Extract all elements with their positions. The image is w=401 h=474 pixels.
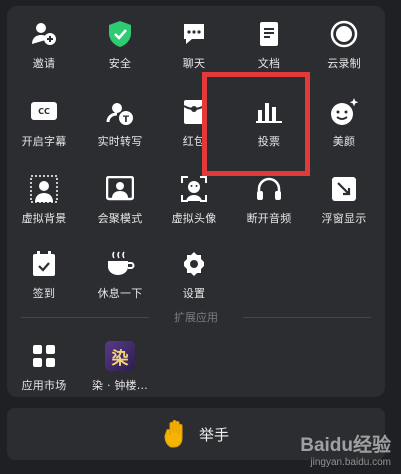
divider-right [243, 317, 371, 318]
virtual-background-label: 虚拟背景 [21, 212, 67, 225]
cloud-record-label: 云录制 [327, 57, 361, 70]
app-grid-icon [29, 341, 59, 371]
security-label: 安全 [108, 57, 132, 70]
virtual-avatar-icon [179, 174, 209, 204]
virtual-avatar-label: 虚拟头像 [171, 212, 217, 225]
svg-text:T: T [123, 115, 130, 125]
gather-mode-icon [105, 174, 135, 204]
smile-sparkle-icon [329, 97, 359, 127]
more-actions-panel: 邀请 安全 聊天 文档 云录制 CC 开启字幕 T 实时转写 红包 投票 美颜 … [7, 6, 385, 397]
watermark-brand: Baidu经验 [300, 435, 391, 456]
docs-button[interactable]: 文档 [232, 6, 306, 76]
baidu-watermark: Baidu经验 jingyan.baidu.com [300, 430, 391, 468]
raise-hand-icon [164, 420, 183, 448]
transcribe-icon: T [105, 97, 135, 127]
add-user-icon [29, 19, 59, 49]
virtual-background-button[interactable]: 虚拟背景 [7, 161, 81, 231]
coffee-cup-icon [105, 249, 135, 279]
watermark-url: jingyan.baidu.com [310, 457, 391, 468]
invite-label: 邀请 [32, 57, 56, 70]
take-break-label: 休息一下 [97, 287, 143, 300]
raise-hand-label: 举手 [198, 425, 229, 444]
beauty-label: 美颜 [332, 135, 356, 148]
check-in-button[interactable]: 签到 [7, 236, 81, 306]
ran-app-icon-char: 染 [111, 348, 129, 369]
docs-label: 文档 [257, 57, 281, 70]
transcribe-button[interactable]: T 实时转写 [83, 84, 157, 154]
document-icon [254, 19, 284, 49]
gather-mode-label: 会聚模式 [97, 212, 143, 225]
app-market-button[interactable]: 应用市场 [7, 328, 81, 398]
ran-app-label: 染 · 钟楼… [92, 379, 148, 392]
shield-icon [105, 19, 135, 49]
captions-button[interactable]: CC 开启字幕 [7, 84, 81, 154]
float-window-label: 浮窗显示 [321, 212, 367, 225]
settings-label: 设置 [182, 287, 206, 300]
gather-mode-button[interactable]: 会聚模式 [83, 161, 157, 231]
captions-icon: CC [29, 97, 59, 127]
ran-app-icon: 染 [105, 341, 135, 371]
ran-app-button[interactable]: 染 染 · 钟楼… [83, 328, 157, 398]
calendar-check-icon [29, 249, 59, 279]
chat-bubble-icon [179, 19, 209, 49]
chat-button[interactable]: 聊天 [157, 6, 231, 76]
transcribe-label: 实时转写 [97, 135, 143, 148]
vote-highlight-box [202, 72, 310, 176]
svg-text:CC: CC [38, 107, 50, 116]
gear-icon [179, 249, 209, 279]
float-window-icon [329, 174, 359, 204]
virtual-background-icon [29, 174, 59, 204]
captions-label: 开启字幕 [21, 135, 67, 148]
check-in-label: 签到 [32, 287, 56, 300]
app-market-label: 应用市场 [21, 379, 67, 392]
disconnect-audio-label: 断开音频 [246, 212, 292, 225]
headset-icon [254, 174, 284, 204]
settings-button[interactable]: 设置 [157, 236, 231, 306]
chat-label: 聊天 [182, 57, 206, 70]
record-icon [329, 19, 359, 49]
cloud-record-button[interactable]: 云录制 [307, 6, 381, 76]
take-break-button[interactable]: 休息一下 [83, 236, 157, 306]
security-button[interactable]: 安全 [83, 6, 157, 76]
invite-button[interactable]: 邀请 [7, 6, 81, 76]
float-window-button[interactable]: 浮窗显示 [307, 161, 381, 231]
beauty-button[interactable]: 美颜 [307, 84, 381, 154]
